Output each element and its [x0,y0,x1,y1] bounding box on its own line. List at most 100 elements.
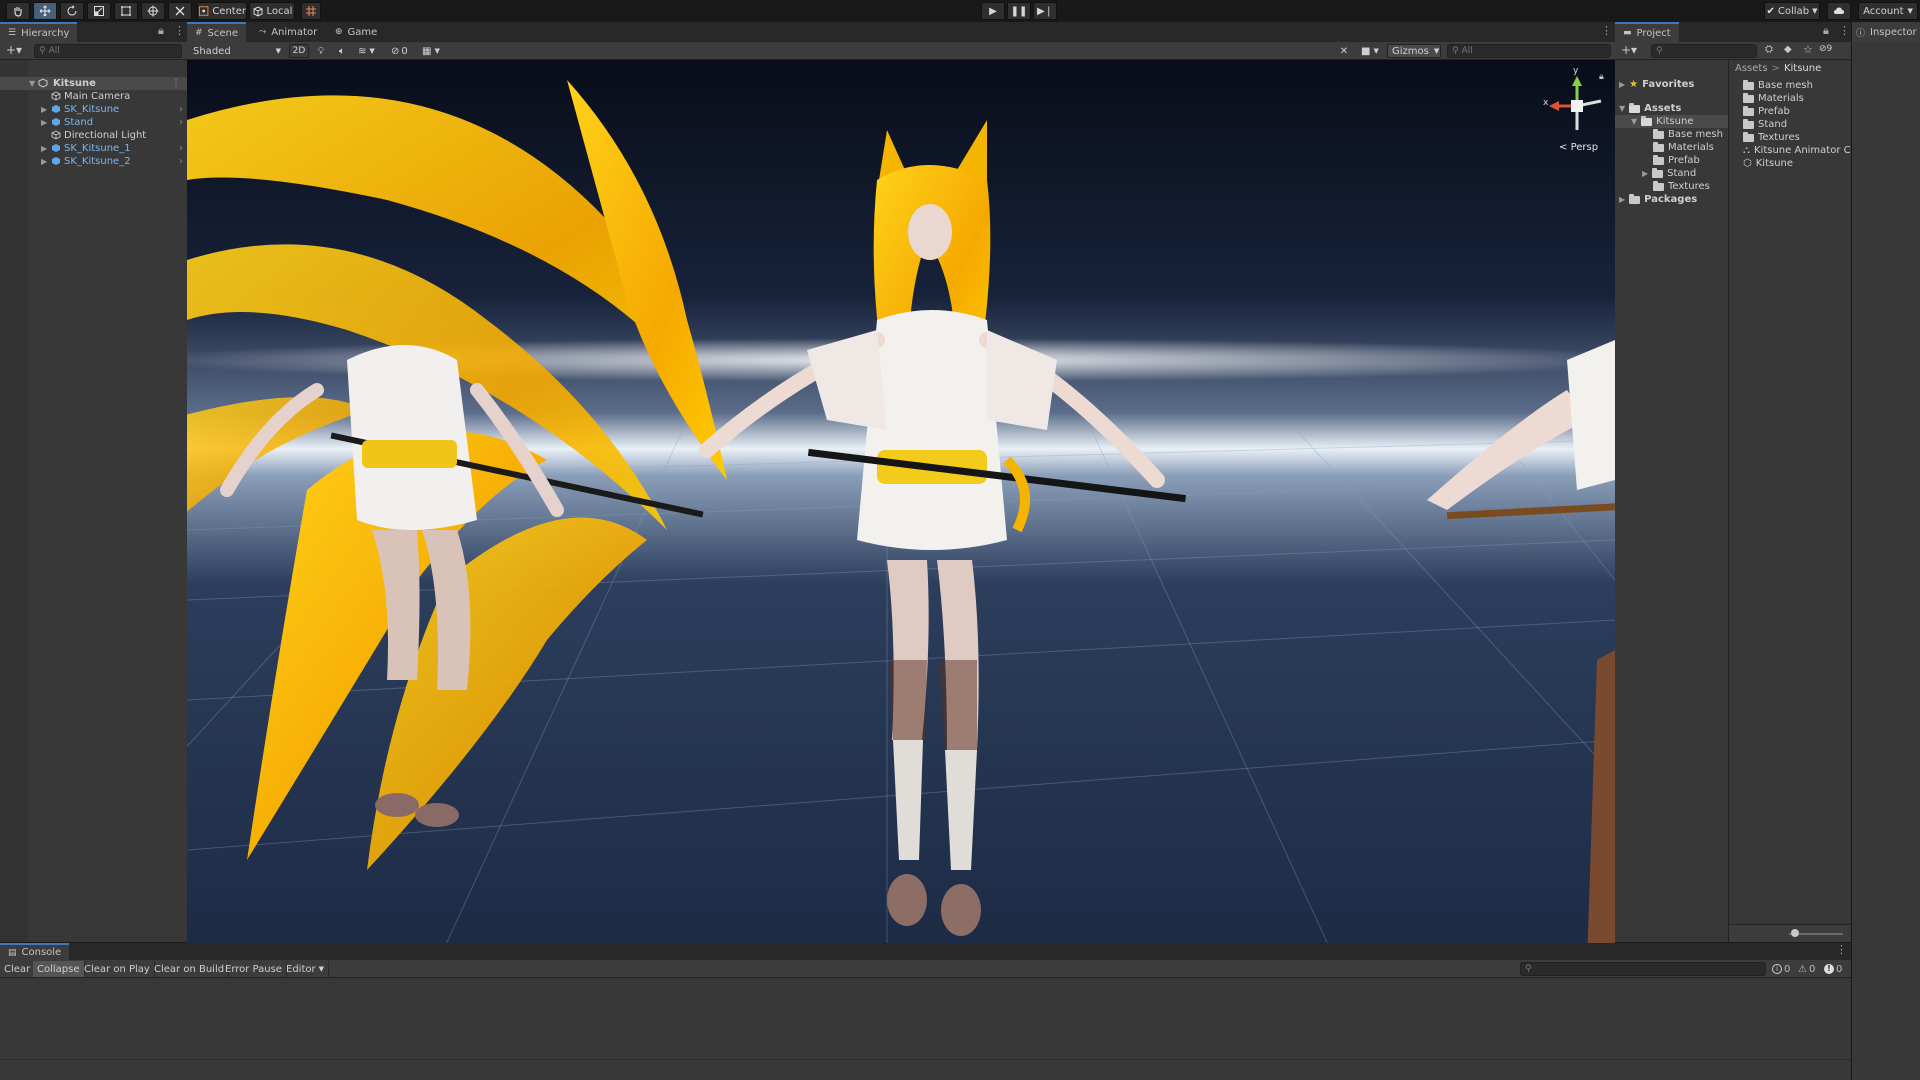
expand-arrow-icon[interactable]: ▶ [41,144,47,153]
tab-scene[interactable]: # Scene [187,22,247,42]
breadcrumb-current[interactable]: Kitsune [1784,63,1821,74]
filter-type-icon[interactable]: ⛭ [1765,44,1773,55]
expand-arrow-icon[interactable]: ▶ [1642,169,1648,178]
hierarchy-item-stand[interactable]: ▶ Stand › [0,116,187,129]
breadcrumb-root[interactable]: Assets [1735,63,1768,74]
tab-game[interactable]: ⊕ Game [327,22,385,42]
move-tool-button[interactable] [33,2,57,20]
cloud-button[interactable] [1827,2,1851,20]
rotate-tool-button[interactable] [60,2,84,20]
tree-item-stand[interactable]: ▶ Stand [1642,167,1696,180]
play-button[interactable]: ▶ [981,2,1005,20]
hierarchy-search[interactable]: ⚲ [34,44,182,58]
collapse-toggle[interactable]: Collapse [33,961,85,977]
file-item-animator-controller[interactable]: ⛬ Kitsune Animator Co [1743,144,1851,157]
clear-button[interactable]: Clear [0,961,36,977]
orientation-gizmo[interactable]: y x 🔒︎ < Persp [1543,66,1609,154]
console-search-input[interactable] [1534,964,1765,974]
file-item-textures[interactable]: Textures [1743,131,1800,144]
kebab-menu-icon[interactable]: ⋮ [1836,944,1847,955]
packages-node[interactable]: ▶ Packages [1619,193,1697,206]
grid-snap-button[interactable] [301,2,321,20]
project-search[interactable]: ⚲ [1651,44,1757,58]
expand-arrow-icon[interactable]: ▼ [1619,104,1625,113]
filter-label-icon[interactable]: ◆ [1784,44,1792,55]
audio-toggle[interactable]: 🔈︎ [333,44,351,58]
kebab-menu-icon[interactable]: ⋮ [174,25,185,36]
file-item-kitsune-scene[interactable]: ⬡ Kitsune [1743,157,1793,170]
rect-tool-button[interactable] [114,2,138,20]
custom-tool-button[interactable] [168,2,192,20]
tree-item-textures[interactable]: Textures [1653,180,1710,193]
file-item-base-mesh[interactable]: Base mesh [1743,79,1813,92]
console-detail-area[interactable] [0,1059,1851,1080]
clear-on-play-toggle[interactable]: Clear on Play [80,961,155,977]
add-plus-icon[interactable]: +▾ [1621,43,1637,57]
lighting-toggle[interactable]: 💡︎ [312,44,330,58]
chevron-right-icon[interactable]: › [179,117,183,128]
kebab-menu-icon[interactable]: ⋮ [1601,25,1612,36]
expand-arrow-icon[interactable]: ▼ [29,79,35,88]
tree-item-kitsune[interactable]: ▼ Kitsune [1615,115,1728,128]
transform-tool-button[interactable] [141,2,165,20]
expand-arrow-icon[interactable]: ▶ [41,157,47,166]
project-search-input[interactable] [1665,46,1756,56]
scene-search-input[interactable] [1461,46,1610,56]
tab-console[interactable]: ▤ Console [0,943,70,960]
favorites-node[interactable]: ▶ ★ Favorites [1619,78,1694,91]
hierarchy-item-sk-kitsune-1[interactable]: ▶ SK_Kitsune_1 › [0,142,187,155]
expand-arrow-icon[interactable]: ▶ [1619,80,1625,89]
tree-item-base-mesh[interactable]: Base mesh [1653,128,1723,141]
icon-size-slider-thumb[interactable] [1791,929,1799,937]
info-count-toggle[interactable]: i 0 [1772,962,1790,976]
clear-on-build-toggle[interactable]: Clear on Build [150,961,230,977]
kebab-menu-icon[interactable]: ⋮ [171,78,181,89]
error-count-toggle[interactable]: ! 0 [1824,962,1842,976]
hidden-packages-toggle[interactable]: ⊘9 [1819,44,1832,54]
lock-icon[interactable]: 🔒︎ [158,25,164,36]
pivot-center-toggle[interactable]: Center [197,2,247,20]
expand-arrow-icon[interactable]: ▶ [41,105,47,114]
assets-node[interactable]: ▼ Assets [1619,102,1681,115]
file-item-materials[interactable]: Materials [1743,92,1804,105]
add-plus-icon[interactable]: +▾ [6,43,22,57]
hidden-objects-toggle[interactable]: ⊘ 0 [387,44,415,58]
projection-toggle[interactable]: < Persp [1559,142,1598,153]
tab-inspector[interactable]: ⓘ Inspector [1852,22,1920,42]
console-search[interactable]: ⚲ [1520,962,1766,976]
file-item-prefab[interactable]: Prefab [1743,105,1790,118]
gizmos-dropdown[interactable]: Gizmos ▼ [1387,44,1441,58]
scene-search[interactable]: ⚲ [1447,44,1611,58]
chevron-right-icon[interactable]: › [179,104,183,115]
tab-project[interactable]: ▬ Project [1615,22,1679,42]
camera-dropdown[interactable]: ■ ▼ [1357,44,1385,58]
tab-hierarchy[interactable]: ☰ Hierarchy [0,22,78,42]
effects-dropdown[interactable]: ≋ ▼ [354,44,384,58]
step-button[interactable]: ▶❘ [1033,2,1057,20]
star-icon[interactable]: ☆ [1803,43,1813,56]
tab-animator[interactable]: ⤳ Animator [251,22,325,42]
hierarchy-item-sk-kitsune[interactable]: ▶ SK_Kitsune › [0,103,187,116]
hierarchy-item-kitsune-scene[interactable]: ▼ Kitsune ⋮ [0,77,187,90]
hierarchy-search-input[interactable] [48,46,181,56]
chevron-right-icon[interactable]: › [179,156,183,167]
chevron-right-icon[interactable]: › [179,143,183,154]
lock-icon[interactable]: 🔒︎ [1823,25,1829,36]
expand-arrow-icon[interactable]: ▶ [41,118,47,127]
tree-item-prefab[interactable]: Prefab [1653,154,1700,167]
console-log-area[interactable] [0,979,1851,1059]
shading-mode-dropdown[interactable]: Shaded ▼ [189,44,285,58]
2d-mode-toggle[interactable]: 2D [289,44,309,58]
pivot-space-toggle[interactable]: Local [249,2,295,20]
expand-arrow-icon[interactable]: ▶ [1619,195,1625,204]
kebab-menu-icon[interactable]: ⋮ [1839,25,1850,36]
grid-dropdown[interactable]: ▦ ▼ [418,44,446,58]
expand-arrow-icon[interactable]: ▼ [1631,117,1637,126]
pause-button[interactable]: ❚❚ [1007,2,1031,20]
scene-viewport[interactable]: y x 🔒︎ < Persp [187,60,1615,964]
file-item-stand[interactable]: Stand [1743,118,1787,131]
hierarchy-item-sk-kitsune-2[interactable]: ▶ SK_Kitsune_2 › [0,155,187,168]
editor-dropdown[interactable]: Editor ▼ [282,961,329,977]
tree-item-materials[interactable]: Materials [1653,141,1714,154]
hand-tool-button[interactable] [6,2,30,20]
